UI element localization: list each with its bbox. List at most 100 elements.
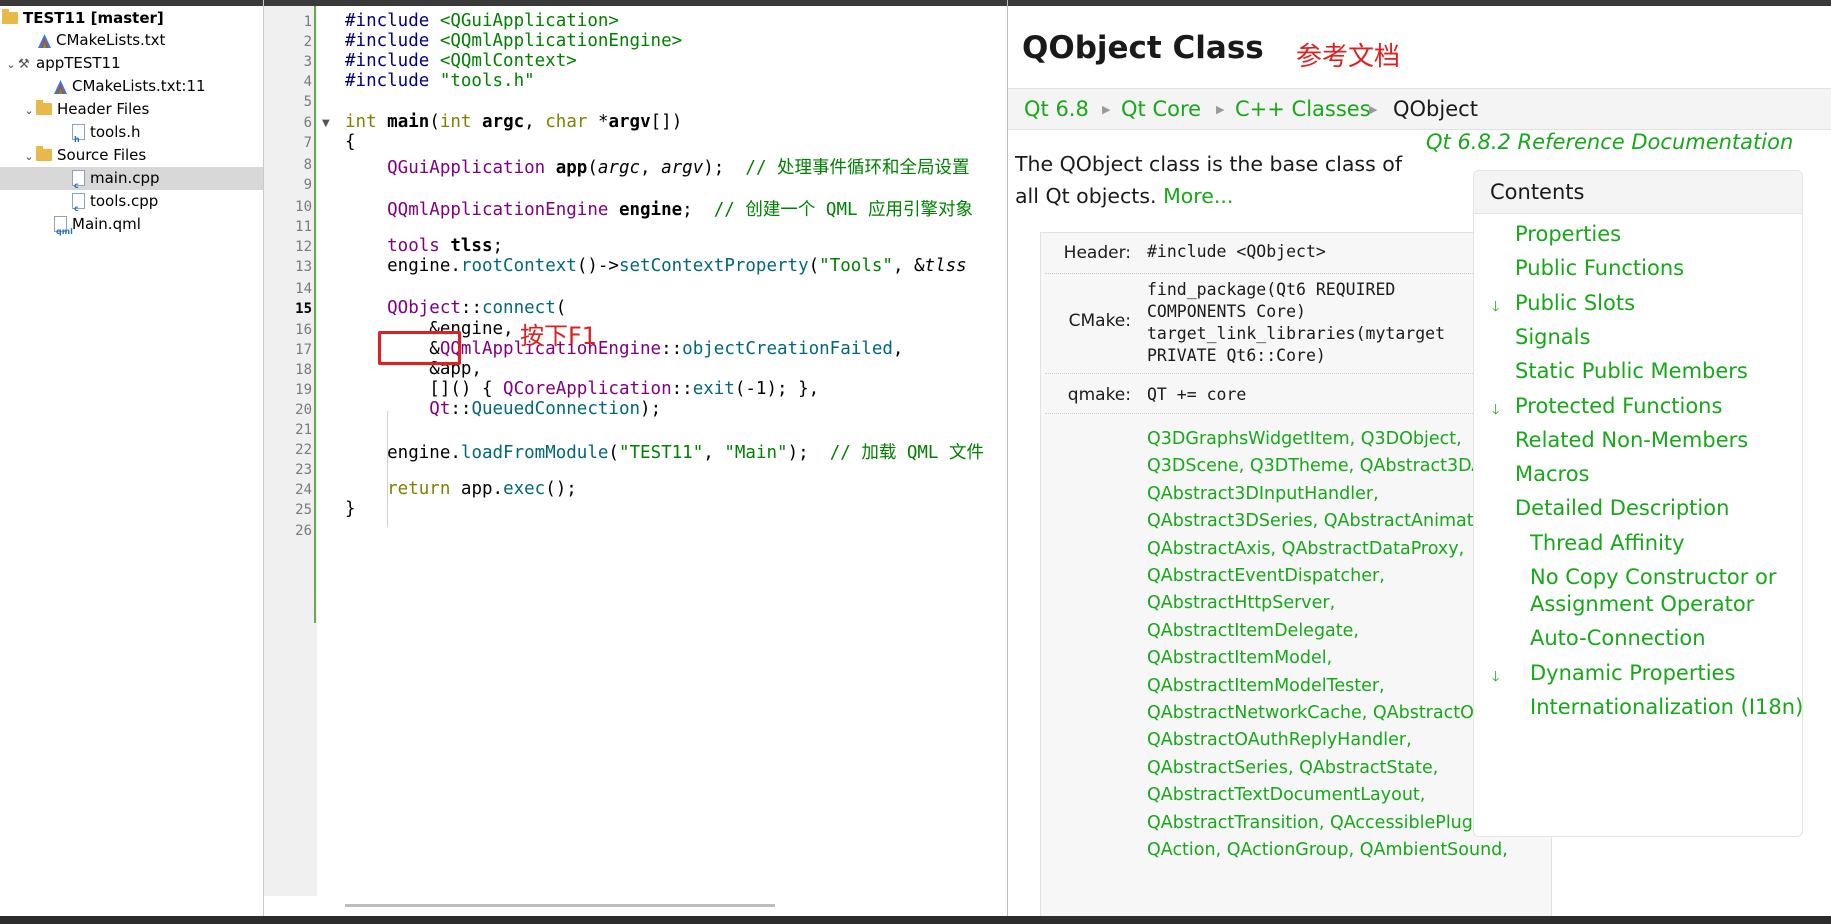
contents-item[interactable]: Related Non-Members (1515, 427, 1748, 454)
code-token: , (703, 443, 725, 464)
contents-item[interactable]: Auto-Connection (1530, 625, 1706, 652)
line-number: 25 (295, 502, 312, 519)
code-token: []() { (345, 378, 504, 399)
code-line[interactable]: #include <QQmlApplicationEngine> (345, 31, 682, 51)
code-token: , (892, 338, 904, 359)
code-line[interactable]: #include <QQmlContext> (345, 51, 577, 71)
code-token: :: (661, 338, 683, 359)
line-number: 9 (303, 176, 312, 193)
cmake-file-icon (54, 78, 67, 94)
inherited-class-link[interactable]: QAbstractHttpServer, (1147, 593, 1335, 613)
project-folder-icon (2, 9, 18, 24)
line-number: 26 (295, 522, 312, 539)
inherited-class-link[interactable]: QAbstractItemModelTester, (1147, 676, 1385, 696)
code-token: argc (597, 157, 641, 178)
more-link[interactable]: More... (1163, 184, 1233, 208)
code-line[interactable]: tools tlss; (345, 236, 503, 256)
contents-item[interactable]: Signals (1515, 324, 1590, 351)
inherited-class-link[interactable]: Q3DGraphsWidgetItem, Q3DObject, (1147, 429, 1462, 449)
tree-item-content: ⌄ Source Files (22, 144, 146, 168)
breadcrumb-qt68[interactable]: Qt 6.8 (1024, 97, 1089, 121)
code-line[interactable]: []() { QCoreApplication::exit(-1); }, (345, 379, 819, 399)
code-token: ( (808, 256, 820, 277)
contents-item[interactable]: Macros (1515, 461, 1590, 488)
inherited-class-link[interactable]: QAbstractNetworkCache, QAbstractOAuth, (1147, 703, 1520, 723)
tree-item[interactable]: c main.cpp (0, 167, 263, 190)
code-line[interactable]: return app.exec(); (345, 479, 577, 499)
code-token: } (345, 499, 356, 520)
code-line[interactable]: } (345, 499, 356, 519)
code-token: "Tools" (819, 256, 893, 277)
code-token: QueuedConnection (471, 398, 641, 419)
line-number: 2 (303, 34, 312, 51)
chevron-down-icon[interactable]: ⌄ (22, 145, 36, 168)
tree-item-label: tools.h (90, 123, 141, 141)
contents-item[interactable]: Internationalization (I18n) (1530, 694, 1803, 721)
inherited-class-link[interactable]: QAbstractOAuthReplyHandler, (1147, 730, 1412, 750)
contents-item[interactable]: Public Slots (1515, 290, 1635, 317)
code-line[interactable]: engine.rootContext()->setContextProperty… (345, 256, 967, 276)
code-line[interactable]: QQmlApplicationEngine engine; // 创建一个 QM… (345, 196, 973, 221)
line-number: 20 (295, 401, 312, 418)
tree-item-content: c tools.cpp (72, 190, 158, 213)
code-line[interactable]: int main(int argc, char *argv[]) (345, 112, 682, 132)
breadcrumb-cpp-classes[interactable]: C++ Classes (1235, 97, 1371, 121)
code-token: #include (345, 51, 440, 72)
code-token: // 创建一个 QML 应用引擎对象 (713, 199, 974, 220)
inherited-class-link[interactable]: QAbstractItemDelegate, (1147, 621, 1359, 641)
inherited-class-link[interactable]: QAbstractEventDispatcher, (1147, 566, 1385, 586)
contents-item[interactable]: Public Functions (1515, 255, 1684, 282)
line-number: 22 (295, 442, 312, 459)
code-token: QCoreApplication (503, 378, 672, 399)
line-number: 6 (303, 114, 312, 131)
inherited-class-link[interactable]: QAbstract3DSeries, QAbstractAnimation, (1147, 511, 1506, 531)
code-line[interactable]: #include <QGuiApplication> (345, 11, 619, 31)
inherited-class-link[interactable]: QAbstractItemModel, (1147, 648, 1332, 668)
code-token: int (345, 111, 388, 132)
code-token: char (545, 111, 598, 132)
code-token: :: (671, 378, 693, 399)
inherited-class-link[interactable]: QAction, QActionGroup, QAmbientSound, (1147, 840, 1508, 860)
arrow-down-icon: 🡓 (1492, 298, 1500, 315)
line-number: 13 (295, 259, 312, 276)
inherited-class-link[interactable]: QAbstractSeries, QAbstractState, (1147, 758, 1438, 778)
contents-item[interactable]: Properties (1515, 221, 1621, 248)
inherited-class-link[interactable]: Q3DScene, Q3DTheme, QAbstract3DAxis, (1147, 456, 1513, 476)
inherited-class-link[interactable]: QAbstractTransition, QAccessiblePlugin, (1147, 813, 1494, 833)
code-line[interactable]: QGuiApplication app(argc, argv); // 处理事件… (345, 154, 969, 179)
inherited-class-link[interactable]: QAbstractAxis, QAbstractDataProxy, (1147, 539, 1464, 559)
chevron-down-icon[interactable]: ⌄ (4, 53, 18, 76)
breadcrumb-qtcore[interactable]: Qt Core (1121, 97, 1201, 121)
contents-item[interactable]: Detailed Description (1515, 495, 1729, 522)
fold-bar (317, 6, 337, 896)
qmake-label: qmake: (1067, 385, 1131, 405)
contents-item[interactable]: Static Public Members (1515, 358, 1748, 385)
breadcrumb-arrow-icon: ▶ (1102, 103, 1111, 116)
tree-item-label: appTEST11 (36, 54, 121, 72)
code-line[interactable]: #include "tools.h" (345, 71, 535, 91)
inherited-class-link[interactable]: QAbstractTextDocumentLayout, (1147, 785, 1425, 805)
editor-horizontal-scrollbar[interactable] (345, 904, 775, 907)
contents-item[interactable]: No Copy Constructor or Assignment Operat… (1530, 564, 1777, 618)
code-line[interactable]: engine.loadFromModule("TEST11", "Main");… (345, 439, 984, 464)
contents-item[interactable]: Thread Affinity (1530, 530, 1685, 557)
code-token: exec (503, 479, 546, 500)
contents-item[interactable]: Protected Functions (1515, 393, 1722, 420)
code-token: ); (640, 398, 662, 419)
chevron-down-icon[interactable]: ⌄ (22, 99, 36, 122)
code-token: app. (460, 479, 504, 500)
code-line[interactable]: Qt::QueuedConnection); (345, 399, 661, 419)
code-line[interactable]: { (345, 132, 356, 152)
contents-item[interactable]: Dynamic Properties (1530, 660, 1735, 687)
line-number: 3 (303, 54, 312, 71)
inherited-class-link[interactable]: QAbstract3DInputHandler, (1147, 484, 1379, 504)
line-number: 18 (295, 361, 312, 378)
code-token: * (597, 111, 609, 132)
contents-title: Contents (1474, 171, 1802, 214)
brief-description: The QObject class is the base class of a… (1015, 148, 1415, 212)
code-token: exit (692, 378, 735, 399)
fold-icon[interactable]: ▼ (322, 118, 330, 129)
cmake-value: find_package(Qt6 REQUIRED COMPONENTS Cor… (1147, 280, 1446, 365)
reference-documentation-link[interactable]: Qt 6.8.2 Reference Documentation (1426, 130, 1793, 154)
reference-doc-annotation: 参考文档 (1296, 42, 1401, 72)
